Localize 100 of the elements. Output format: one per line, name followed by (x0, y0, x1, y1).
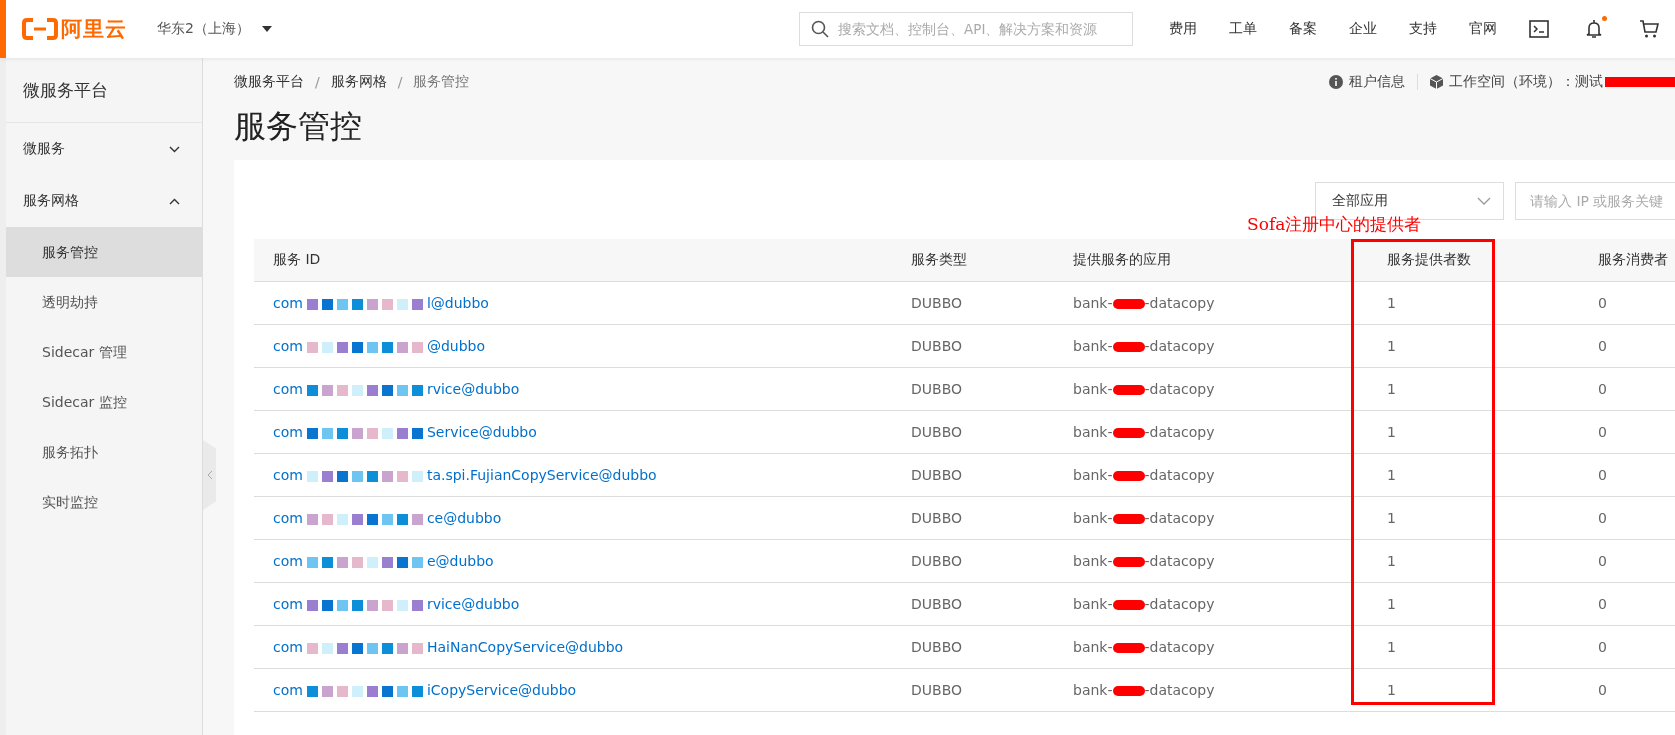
table-cell: 0 (1579, 410, 1675, 454)
scribble-redaction (1112, 471, 1145, 481)
redaction-bar (1605, 77, 1675, 87)
table-cell: DUBBO (892, 496, 1054, 540)
scribble-redaction (1112, 428, 1145, 438)
table-cell: 0 (1579, 539, 1675, 583)
sidebar-group[interactable]: 微服务 (6, 123, 202, 175)
sidebar-item[interactable]: Sidecar 监控 (6, 377, 202, 427)
column-header: 提供服务的应用 (1054, 239, 1368, 282)
nav-link[interactable]: 费用 (1169, 20, 1197, 38)
table-cell: 1 (1368, 539, 1579, 583)
table-cell: 1 (1368, 410, 1579, 454)
sidebar-item[interactable]: 服务管控 (6, 227, 202, 277)
table-cell: bank- -datacopy (1054, 582, 1368, 626)
service-id-link[interactable]: com @dubbo (254, 324, 892, 368)
service-id-link[interactable]: com ta.spi.FujianCopyService@dubbo (254, 453, 892, 497)
column-header: 服务类型 (892, 239, 1054, 282)
logo-icon (22, 18, 58, 40)
column-header: 服务 ID (254, 239, 892, 282)
table-cell: 0 (1579, 281, 1675, 325)
service-id-link[interactable]: com rvice@dubbo (254, 582, 892, 626)
sidebar-item[interactable]: 服务拓扑 (6, 427, 202, 477)
table-cell: bank- -datacopy (1054, 281, 1368, 325)
service-id-link[interactable]: com ce@dubbo (254, 496, 892, 540)
table-cell: bank- -datacopy (1054, 625, 1368, 669)
workspace-label: 工作空间（环境）：测试 (1449, 73, 1603, 91)
cube-icon (1430, 75, 1443, 89)
sidebar-title: 微服务平台 (6, 58, 202, 123)
chevron-left-icon (206, 470, 213, 480)
table-cell: 0 (1579, 625, 1675, 669)
page-title: 服务管控 (234, 106, 363, 146)
search-icon (811, 20, 829, 38)
column-header: 服务消费者 (1579, 239, 1675, 282)
chevron-down-icon (1477, 197, 1491, 205)
table-cell: 1 (1368, 668, 1579, 712)
table-cell: DUBBO (892, 281, 1054, 325)
table-cell: bank- -datacopy (1054, 367, 1368, 411)
table-cell: 1 (1368, 324, 1579, 368)
breadcrumb-current: 服务管控 (413, 73, 470, 91)
service-id-link[interactable]: com HaiNanCopyService@dubbo (254, 625, 892, 669)
service-id-link[interactable]: com e@dubbo (254, 539, 892, 583)
scribble-redaction (1112, 557, 1145, 567)
column-header: 服务提供者数 (1368, 239, 1579, 282)
nav-link[interactable]: 官网 (1469, 20, 1497, 38)
info-icon (1329, 75, 1343, 89)
table-cell: bank- -datacopy (1054, 410, 1368, 454)
table-cell: DUBBO (892, 539, 1054, 583)
caret-down-icon (261, 26, 272, 32)
service-id-link[interactable]: com l@dubbo (254, 281, 892, 325)
table-cell: DUBBO (892, 668, 1054, 712)
table-cell: 0 (1579, 324, 1675, 368)
sidebar-group[interactable]: 服务网格 (6, 175, 202, 227)
tenant-info-link[interactable]: 租户信息 (1349, 73, 1405, 91)
table-cell: DUBBO (892, 625, 1054, 669)
table-cell: bank- -datacopy (1054, 539, 1368, 583)
sidebar-item[interactable]: Sidecar 管理 (6, 327, 202, 377)
breadcrumb-separator: / (315, 74, 320, 90)
table-cell: 0 (1579, 453, 1675, 497)
bell-icon (1585, 19, 1603, 39)
service-id-link[interactable]: com rvice@dubbo (254, 367, 892, 411)
table-cell: bank- -datacopy (1054, 668, 1368, 712)
sidebar-item[interactable]: 透明劫持 (6, 277, 202, 327)
region-selector[interactable]: 华东2（上海） (157, 20, 272, 38)
scribble-redaction (1112, 643, 1145, 653)
table-cell: 0 (1579, 668, 1675, 712)
nav-link[interactable]: 备案 (1289, 20, 1317, 38)
table-cell: bank- -datacopy (1054, 496, 1368, 540)
keyword-search-field[interactable]: 请输入 IP 或服务关键 (1515, 182, 1675, 220)
table-cell: 0 (1579, 367, 1675, 411)
service-id-link[interactable]: com iCopyService@dubbo (254, 668, 892, 712)
scribble-redaction (1112, 342, 1145, 352)
table-cell: 1 (1368, 281, 1579, 325)
chevron-up-icon (169, 197, 180, 205)
breadcrumb-separator: / (397, 74, 403, 90)
nav-link[interactable]: 支持 (1409, 20, 1437, 38)
table-cell: 0 (1579, 582, 1675, 626)
breadcrumb-link[interactable]: 微服务平台 (234, 73, 304, 91)
table-cell: DUBBO (892, 324, 1054, 368)
search-field[interactable]: 搜索文档、控制台、API、解决方案和资源 (799, 12, 1133, 46)
scribble-redaction (1112, 299, 1145, 309)
table-cell: 0 (1579, 496, 1675, 540)
nav-link[interactable]: 工单 (1229, 20, 1257, 38)
table-cell: 1 (1368, 453, 1579, 497)
table-cell: bank- -datacopy (1054, 324, 1368, 368)
table-cell: 1 (1368, 496, 1579, 540)
nav-link[interactable]: 企业 (1349, 20, 1377, 38)
table-cell: DUBBO (892, 410, 1054, 454)
table-cell: 1 (1368, 625, 1579, 669)
scribble-redaction (1112, 385, 1145, 395)
table-cell: DUBBO (892, 367, 1054, 411)
brand-name: 阿里云 (61, 16, 127, 43)
breadcrumb-link[interactable]: 服务网格 (330, 73, 387, 91)
table-cell: DUBBO (892, 453, 1054, 497)
scribble-redaction (1112, 514, 1145, 524)
scribble-redaction (1112, 686, 1145, 696)
cart-icon (1639, 19, 1659, 39)
service-id-link[interactable]: com Service@dubbo (254, 410, 892, 454)
sidebar-item[interactable]: 实时监控 (6, 477, 202, 527)
table-cell: DUBBO (892, 582, 1054, 626)
table-cell: bank- -datacopy (1054, 453, 1368, 497)
